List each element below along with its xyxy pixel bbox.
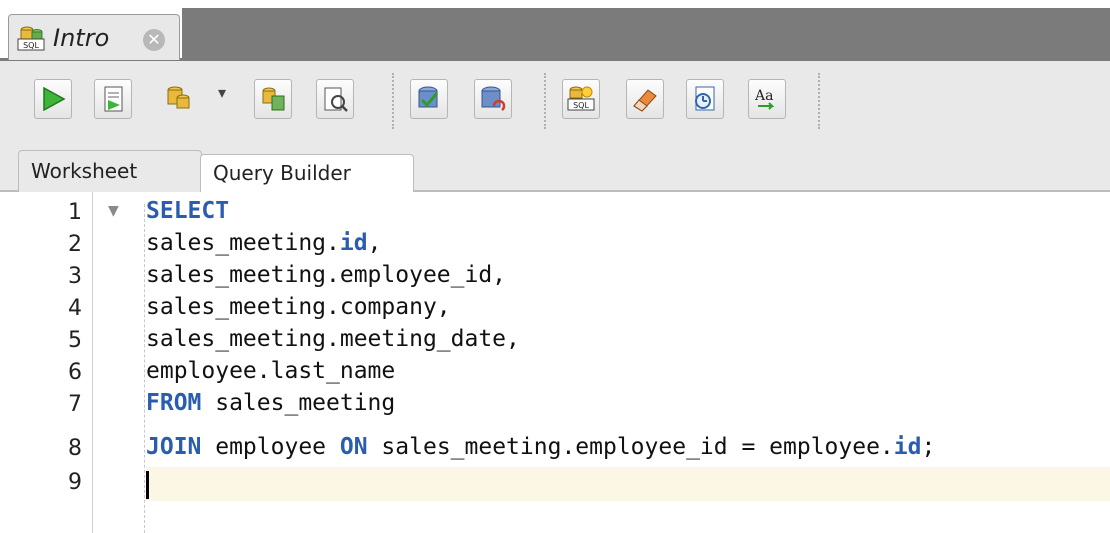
editor-tabs: Worksheet Query Builder: [0, 146, 1110, 192]
code-text: employee: [201, 434, 340, 460]
line-number: 2: [68, 232, 82, 257]
format-case-button[interactable]: Aa: [748, 79, 786, 119]
document-tab-strip: SQL Intro ✕: [0, 0, 1110, 61]
line-number: 6: [68, 360, 82, 385]
keyword: id: [893, 434, 922, 460]
line-number: 5: [68, 328, 82, 353]
tab-worksheet[interactable]: Worksheet: [18, 150, 202, 192]
code-line: SELECT: [146, 198, 229, 224]
play-icon: [43, 86, 66, 112]
code-line: sales_meeting.meeting_date,: [146, 326, 520, 352]
code-text: sales_meeting.employee_id = employee.: [367, 434, 894, 460]
run-script-button[interactable]: [94, 79, 132, 119]
code-line: sales_meeting.id,: [146, 230, 381, 256]
document-tab-intro[interactable]: SQL Intro ✕: [8, 14, 180, 60]
svg-text:Aa: Aa: [754, 88, 773, 104]
code-line: sales_meeting.employee_id,: [146, 262, 507, 288]
line-number: 9: [68, 470, 82, 495]
line-number: 7: [68, 392, 82, 417]
line-number: 1: [68, 200, 82, 225]
history-icon: [695, 86, 715, 111]
autotrace-button[interactable]: [160, 79, 198, 119]
explain-plan-icon: [262, 87, 285, 111]
code-text: ;: [921, 434, 936, 460]
sql-tuning-button[interactable]: [316, 79, 354, 119]
toolbar-separator: [818, 73, 820, 129]
svg-text:SQL: SQL: [23, 41, 39, 50]
explain-plan-button[interactable]: [254, 79, 292, 119]
fold-guide: [144, 204, 145, 533]
line-number: 4: [68, 296, 82, 321]
history-button[interactable]: [686, 79, 724, 119]
chevron-down-icon[interactable]: ▾: [218, 83, 226, 102]
keyword: id: [339, 230, 368, 256]
run-statement-button[interactable]: [34, 79, 72, 119]
code-line: JOIN employee ON sales_meeting.employee_…: [146, 434, 935, 460]
text-caret: [146, 471, 149, 499]
fold-arrow-icon[interactable]: ▼: [108, 203, 119, 219]
clear-button[interactable]: [626, 79, 664, 119]
commit-icon: [418, 86, 439, 108]
tuning-icon: [324, 87, 348, 112]
worksheet-toolbar: ▾ SQL Aa: [0, 61, 1110, 146]
current-line-highlight: [146, 467, 1110, 501]
keyword: ON: [339, 434, 368, 460]
code-text: sales_meeting.: [146, 230, 340, 256]
code-line: FROM sales_meeting: [146, 390, 395, 416]
document-tab-label: Intro: [53, 24, 110, 52]
sql-icon: SQL: [567, 86, 595, 111]
unshared-sql-button[interactable]: SQL: [562, 79, 600, 119]
database-icon: [167, 86, 190, 109]
toolbar-separator: [392, 73, 394, 129]
line-number: 3: [68, 264, 82, 289]
script-icon: [104, 86, 123, 112]
eraser-icon: [633, 89, 657, 112]
case-icon: Aa: [754, 88, 775, 110]
keyword: JOIN: [146, 434, 202, 460]
rollback-button[interactable]: [474, 79, 512, 119]
close-icon[interactable]: ✕: [143, 29, 165, 51]
tab-query-builder[interactable]: Query Builder: [200, 154, 414, 192]
toolbar-separator: [544, 73, 546, 129]
tab-strip-background: [182, 8, 1110, 60]
keyword: FROM: [146, 390, 202, 416]
svg-text:SQL: SQL: [573, 101, 589, 110]
keyword: SELECT: [146, 198, 230, 224]
rollback-icon: [481, 86, 506, 111]
sql-editor[interactable]: ▼ 1 2 3 4 5 6 7 8 9 SELECT sales_meeting…: [0, 192, 1110, 533]
code-text: sales_meeting: [201, 390, 396, 416]
line-number: 8: [68, 436, 82, 461]
sql-worksheet-icon: SQL: [17, 24, 45, 52]
code-line: employee.last_name: [146, 358, 396, 384]
code-text: ,: [367, 230, 382, 256]
commit-button[interactable]: [410, 79, 448, 119]
code-line: sales_meeting.company,: [146, 294, 451, 320]
